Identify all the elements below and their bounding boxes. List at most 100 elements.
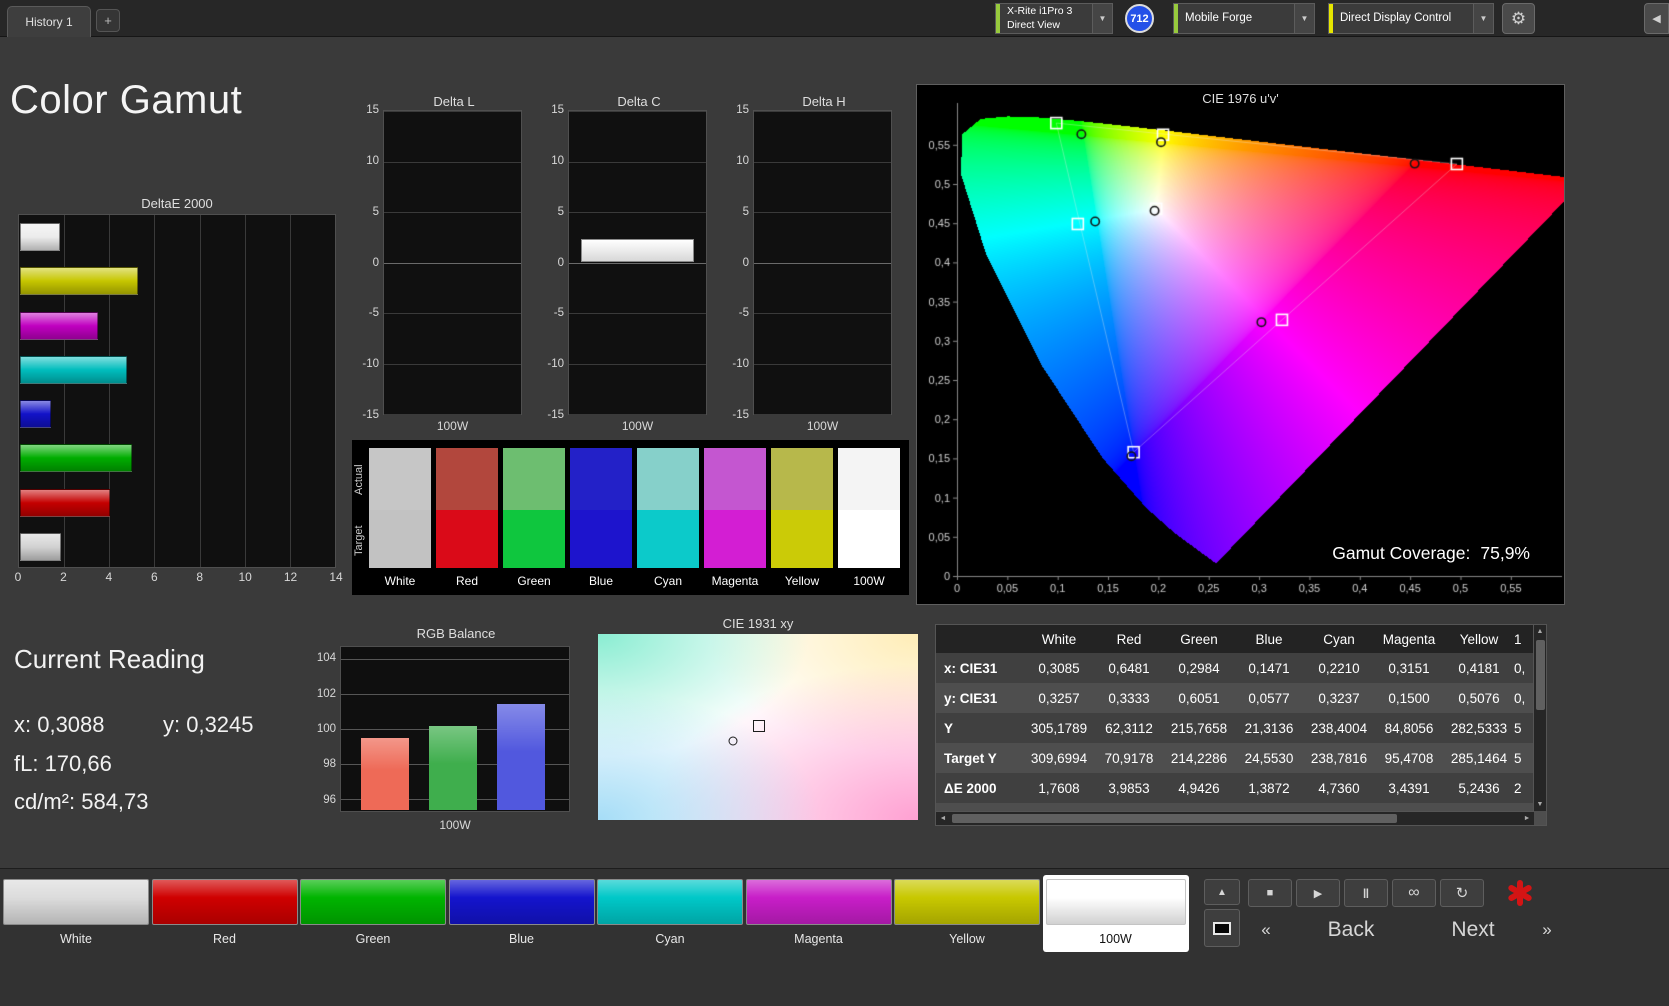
pattern-label: Blue [508,932,535,946]
swatch-red: Red [436,448,498,588]
scroll-up-icon[interactable]: ▲ [1534,625,1546,638]
deltae2000-chart: DeltaE 2000 0 2 4 6 8 10 12 14 [15,196,343,588]
pause-button[interactable]: ‖ [1344,879,1388,907]
delta-h-tick-label: 5 [742,205,749,218]
pattern-button-white[interactable]: White [3,879,149,946]
swatch-comparison-panel: Actual Target White Red Green Blue Cyan Magen… [352,440,909,595]
table-cell: 285,1464 [1450,750,1508,766]
table-cell: 62,3112 [1105,720,1153,736]
chart-title: Delta L [433,94,475,109]
refresh-button[interactable]: ↻ [1440,879,1484,907]
pattern-button-blue[interactable]: Blue [448,879,595,946]
swatch-100w: 100W [838,448,900,588]
swatch-target-color [570,510,632,568]
delta-c-ylabels: 15 10 5 0 -5 -10 -15 [542,104,564,421]
back-button[interactable]: Back [1290,913,1412,947]
delta-c-gridline [569,212,706,213]
swatch-target-color [771,510,833,568]
scroll-left-icon[interactable]: ◄ [936,812,950,825]
play-button[interactable]: ▶ [1296,879,1340,907]
swatch-target-color [436,510,498,568]
delta-c-tick-label: 5 [557,205,564,218]
deltae2000-gridline [244,215,246,567]
tab-history-1[interactable]: History 1 [7,6,91,37]
delta-c-tick-label: -5 [553,307,564,320]
continuous-measure-button[interactable]: ∞ [1392,879,1436,907]
deltae2000-tick-label: 14 [329,570,343,584]
pattern-label: Red [213,932,236,946]
swatch-target-color [838,510,900,568]
source-dropdown[interactable]: Mobile Forge ▼ [1173,3,1315,34]
pattern-window-button[interactable] [1204,909,1240,947]
cie1931-measured-marker [728,736,738,746]
table-body: x: CIE31 0,3085 0,6481 0,2984 0,1471 0,2210 0,… [936,653,1546,825]
table-row-label: x: CIE31 [944,660,998,676]
delta-c-tick-label: 0 [557,256,564,269]
scroll-down-icon[interactable]: ▼ [1534,798,1546,811]
table-cell: 0,3333 [1108,690,1150,706]
swatch-magenta: Magenta [704,448,766,588]
meter-name: X-Rite i1Pro 3 [1007,5,1073,18]
chevron-down-icon[interactable]: ▼ [1092,4,1112,33]
back-arrow-button[interactable]: « [1248,913,1284,947]
table-cell: 0, [1514,660,1526,676]
delta-l-chart: Delta L 15 10 5 0 -5 -10 -15 100W [357,94,525,434]
table-cell: 0,2984 [1178,660,1220,676]
swatch-name: 100W [853,574,885,588]
pattern-button-100w[interactable]: 100W [1042,875,1189,952]
horizontal-scroll-track[interactable] [950,812,1520,825]
table-vertical-scrollbar[interactable]: ▲ ▼ [1533,625,1546,811]
chevron-down-icon[interactable]: ▼ [1473,4,1493,33]
chevron-down-icon[interactable]: ▼ [1294,4,1314,33]
stop-button[interactable]: ■ [1248,879,1292,907]
display-control-dropdown[interactable]: Direct Display Control ▼ [1328,3,1494,34]
pattern-button-cyan[interactable]: Cyan [597,879,743,946]
delta-l-tick-label: 15 [366,104,379,116]
vertical-scroll-thumb[interactable] [1536,640,1545,710]
swatch-actual-color [637,448,699,510]
swatch-target-color [637,510,699,568]
pattern-label: Cyan [655,932,685,946]
deltae2000-bar-white [20,223,60,252]
table-horizontal-scrollbar[interactable]: ◄ ► [936,811,1534,825]
delta-c-gridline [569,161,706,163]
horizontal-scroll-thumb[interactable] [952,814,1397,823]
table-cell: 70,9178 [1104,750,1154,766]
delta-l-gridline [384,262,521,264]
scroll-up-button[interactable]: ▲ [1204,879,1240,905]
delta-l-gridline [384,212,521,213]
chart-xlabel: 100W [436,419,469,433]
table-cell: 0, [1514,690,1526,706]
meter-dropdown[interactable]: X-Rite i1Pro 3 Direct View ▼ [995,3,1113,34]
pattern-button-green[interactable]: Green [300,879,446,946]
pattern-button-red[interactable]: Red [151,879,298,946]
deltae2000-tick-label: 4 [105,570,113,584]
measurement-count-badge[interactable]: 712 [1125,4,1154,33]
pattern-button-magenta[interactable]: Magenta [745,879,892,946]
delta-l-gridline [384,313,521,314]
scroll-right-icon[interactable]: ► [1520,812,1534,825]
swatch-name: Green [517,574,551,588]
pattern-color-swatch [3,879,149,925]
collapse-panel-button[interactable]: ◀ [1644,3,1669,34]
pattern-color-swatch [448,879,595,925]
swatch-white: White [369,448,431,588]
next-button[interactable]: Next [1420,913,1526,947]
delta-h-tick-label: 0 [742,256,749,269]
swatch-green: Green [503,448,565,588]
swatch-blue: Blue [570,448,632,588]
swatch-name: Magenta [711,574,759,588]
table-cell: 0,3085 [1038,660,1080,676]
table-cell: 238,4004 [1310,720,1368,736]
deltae2000-tick-label: 8 [196,570,204,584]
delta-l-tick-label: -10 [362,358,379,371]
settings-gear-button[interactable]: ⚙ [1502,3,1535,34]
current-reading-title: Current Reading [14,644,205,674]
pattern-button-yellow[interactable]: Yellow [894,879,1040,946]
next-arrow-button[interactable]: » [1530,913,1564,947]
add-tab-button[interactable]: + [96,9,120,32]
calman-asterisk-icon[interactable] [1504,877,1536,909]
delta-h-gridline [754,262,891,264]
table-cell: 0,4181 [1458,660,1500,676]
delta-h-gridline [754,111,891,112]
